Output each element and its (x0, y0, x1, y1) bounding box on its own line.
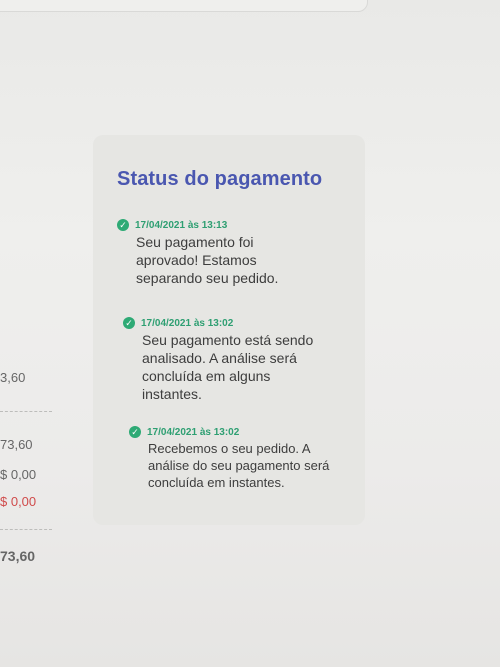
check-circle-icon: ✓ (117, 219, 129, 231)
check-circle-icon: ✓ (129, 426, 141, 438)
top-card (0, 0, 368, 12)
summary-divider-1 (0, 411, 52, 412)
panel-title: Status do pagamento (117, 168, 323, 190)
summary-value-2: 73,60 (0, 437, 33, 452)
status-event: ✓ 17/04/2021 às 13:02 Recebemos o seu pe… (129, 426, 339, 491)
payment-status-panel: Status do pagamento ✓ 17/04/2021 às 13:1… (93, 135, 365, 525)
summary-value-4: $ 0,00 (0, 494, 37, 509)
event-header: ✓ 17/04/2021 às 13:13 (117, 219, 307, 231)
summary-value-1: 3,60 (0, 370, 26, 385)
event-header: ✓ 17/04/2021 às 13:02 (129, 426, 339, 438)
status-event: ✓ 17/04/2021 às 13:13 Seu pagamento foi … (117, 219, 307, 287)
event-time: 17/04/2021 às 13:02 (147, 426, 240, 438)
event-message: Recebemos o seu pedido. A análise do seu… (148, 441, 330, 490)
check-circle-icon: ✓ (123, 317, 135, 329)
order-summary-column: 3,60 73,60 $ 0,00 $ 0,00 73,60 (0, 370, 70, 570)
event-header: ✓ 17/04/2021 às 13:02 (123, 317, 333, 329)
event-message: Seu pagamento foi aprovado! Estamos sepa… (136, 234, 279, 286)
event-message: Seu pagamento está sendo analisado. A an… (142, 332, 314, 402)
event-time: 17/04/2021 às 13:02 (141, 317, 234, 329)
summary-value-3: $ 0,00 (0, 467, 37, 482)
summary-divider-2 (0, 529, 52, 530)
event-time: 17/04/2021 às 13:13 (135, 219, 228, 231)
status-event: ✓ 17/04/2021 às 13:02 Seu pagamento está… (123, 317, 333, 403)
summary-total-value: 73,60 (0, 548, 36, 564)
